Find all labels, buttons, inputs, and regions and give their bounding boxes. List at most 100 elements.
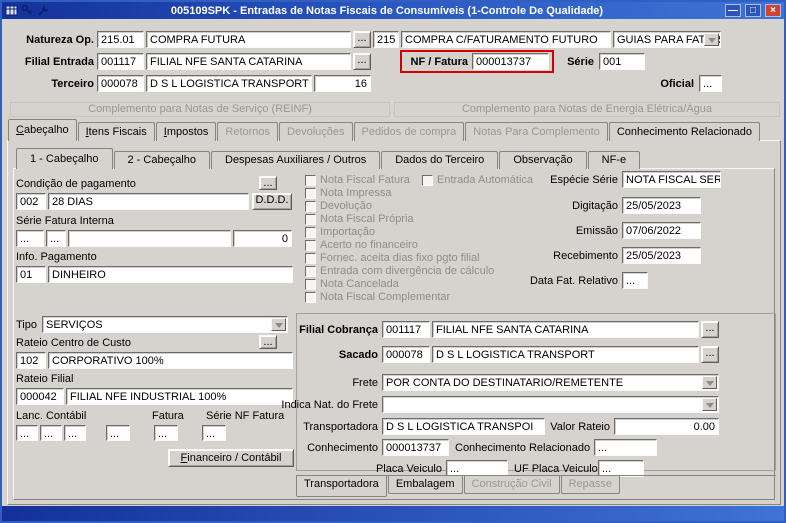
checkbox-label: Nota Fiscal Própria bbox=[320, 213, 414, 225]
tab-label: 2 - Cabeçalho bbox=[127, 154, 197, 166]
tipo-select[interactable]: SERVIÇOS bbox=[42, 316, 288, 333]
conhecimento-relacionado-field[interactable]: ... bbox=[594, 439, 657, 456]
tab-label: Itens Fiscais bbox=[85, 126, 147, 138]
emissao-field[interactable]: 07/06/2022 bbox=[622, 222, 701, 239]
tab-itens-fiscais[interactable]: Itens Fiscais bbox=[77, 122, 155, 141]
rateio-centro-custo-desc-field[interactable]: CORPORATIVO 100% bbox=[48, 352, 293, 369]
condicao-pagamento-desc-field[interactable]: 28 DIAS bbox=[48, 193, 249, 210]
recebimento-field[interactable]: 25/05/2023 bbox=[622, 247, 701, 264]
lanc-contabil-field-2[interactable]: ... bbox=[40, 425, 62, 441]
terceiro-desc-field[interactable]: D S L LOGISTICA TRANSPORT bbox=[146, 75, 312, 92]
digitacao-field[interactable]: 25/05/2023 bbox=[622, 197, 701, 214]
rateio-centro-custo-code-field[interactable]: 102 bbox=[16, 352, 46, 369]
checkbox-label: Nota Impressa bbox=[320, 187, 392, 199]
filial-entrada-code-field[interactable]: 001117 bbox=[97, 53, 144, 70]
checkbox-icon bbox=[305, 200, 316, 212]
tab-despesas-auxiliares[interactable]: Despesas Auxiliares / Outros bbox=[211, 151, 381, 169]
tab-cabecalho[interactable]: Cabeçalho bbox=[8, 119, 77, 141]
lanc-contabil-field-4[interactable]: ... bbox=[106, 425, 130, 441]
oficial-field[interactable]: ... bbox=[699, 75, 722, 92]
checkbox-entrada-automatica: Entrada Automática bbox=[422, 174, 533, 186]
checkbox-nota-fiscal-fatura: Nota Fiscal Fatura bbox=[305, 174, 410, 186]
indica-nat-frete-select[interactable] bbox=[382, 396, 719, 413]
valor-rateio-field[interactable]: 0.00 bbox=[614, 418, 719, 435]
tipo-label: Tipo bbox=[16, 319, 37, 331]
chevron-down-icon[interactable] bbox=[704, 33, 719, 46]
condicao-pagamento-label: Condição de pagamento bbox=[16, 178, 136, 190]
tab-dados-do-terceiro[interactable]: Dados do Terceiro bbox=[381, 151, 499, 169]
filial-cobranca-desc-field[interactable]: FILIAL NFE SANTA CATARINA bbox=[432, 321, 699, 338]
tab-retornos: Retornos bbox=[217, 122, 279, 141]
condicao-pagamento-lookup-button[interactable]: ... bbox=[259, 176, 277, 190]
button-label: Financeiro / Contábil bbox=[180, 452, 282, 464]
checkbox-importacao: Importação bbox=[305, 226, 375, 238]
tab-observacao[interactable]: Observação bbox=[499, 151, 587, 169]
info-pagamento-desc-field[interactable]: DINHEIRO bbox=[48, 266, 293, 283]
chevron-down-icon[interactable] bbox=[271, 318, 286, 331]
especie-serie-field[interactable]: NOTA FISCAL SER bbox=[622, 171, 721, 188]
close-button[interactable]: × bbox=[765, 4, 781, 17]
ddd-button[interactable]: D.D.D. bbox=[252, 193, 292, 210]
chevron-down-icon[interactable] bbox=[702, 398, 717, 411]
natureza-op-desc-field[interactable]: COMPRA FUTURA bbox=[146, 31, 351, 48]
serie-label: Série bbox=[567, 56, 594, 68]
natureza-op-code-field[interactable]: 215.01 bbox=[97, 31, 144, 48]
serie-nf-fatura-label: Série NF Fatura bbox=[206, 410, 285, 422]
condicao-pagamento-code-field[interactable]: 002 bbox=[16, 193, 46, 210]
lanc-contabil-field-3[interactable]: ... bbox=[64, 425, 86, 441]
title-bar: 005109SPK - Entradas de Notas Fiscais de… bbox=[2, 2, 784, 19]
minimize-button[interactable]: — bbox=[725, 4, 741, 17]
tab-label: Retornos bbox=[225, 126, 271, 138]
checkbox-icon bbox=[305, 226, 316, 238]
checkbox-label: Nota Fiscal Fatura bbox=[320, 174, 410, 186]
sacado-lookup-button[interactable]: ... bbox=[701, 346, 719, 363]
serie-fatura-field-3[interactable] bbox=[68, 230, 231, 247]
filial-cobranca-lookup-button[interactable]: ... bbox=[701, 321, 719, 338]
transportadora-field[interactable]: D S L LOGISTICA TRANSPOI bbox=[382, 418, 545, 435]
filial-entrada-lookup-button[interactable]: ... bbox=[353, 53, 371, 70]
rateio-filial-desc-field[interactable]: FILIAL NFE INDUSTRIAL 100% bbox=[66, 388, 293, 405]
sacado-desc-field[interactable]: D S L LOGISTICA TRANSPORT bbox=[432, 346, 699, 363]
terceiro-code-field[interactable]: 000078 bbox=[97, 75, 144, 92]
terceiro-number-field[interactable]: 16 bbox=[314, 75, 371, 92]
serie-fatura-field-1[interactable]: ... bbox=[16, 230, 44, 247]
serie-field[interactable]: 001 bbox=[599, 53, 645, 70]
tab-embalagem[interactable]: Embalagem bbox=[387, 476, 463, 494]
tab-devolucoes: Devoluções bbox=[279, 122, 353, 141]
tab-impostos[interactable]: Impostos bbox=[155, 122, 217, 141]
guias-faturamento-select[interactable]: GUIAS PARA FATURAI bbox=[613, 31, 721, 48]
tab-1-cabecalho[interactable]: 1 - Cabeçalho bbox=[16, 148, 113, 169]
tab-conhecimento-relacionado[interactable]: Conhecimento Relacionado bbox=[608, 122, 761, 141]
tab-2-cabecalho[interactable]: 2 - Cabeçalho bbox=[113, 151, 210, 169]
natureza-op-number-field[interactable]: 215 bbox=[373, 31, 399, 48]
serie-fatura-field-4[interactable]: 0 bbox=[233, 230, 292, 247]
rateio-filial-code-field[interactable]: 000042 bbox=[16, 388, 64, 405]
financeiro-contabil-button[interactable]: Financeiro / Contábil bbox=[168, 449, 294, 467]
filial-cobranca-code-field[interactable]: 001117 bbox=[382, 321, 430, 338]
fatura-field[interactable]: ... bbox=[154, 425, 178, 441]
serie-nf-fatura-field[interactable]: ... bbox=[202, 425, 226, 441]
tab-transportadora[interactable]: Transportadora bbox=[296, 476, 387, 497]
tab-label: Impostos bbox=[163, 126, 209, 138]
lanc-contabil-field-1[interactable]: ... bbox=[16, 425, 38, 441]
data-fat-relativo-field[interactable]: ... bbox=[622, 272, 648, 289]
tab-label: Despesas Auxiliares / Outros bbox=[225, 154, 367, 166]
info-pagamento-code-field[interactable]: 01 bbox=[16, 266, 46, 283]
tab-label: Transportadora bbox=[304, 478, 379, 490]
frete-value: POR CONTA DO DESTINATARIO/REMETENTE bbox=[386, 377, 624, 389]
natureza-op-type-field[interactable]: COMPRA C/FATURAMENTO FUTURO bbox=[401, 31, 611, 48]
sacado-code-field[interactable]: 000078 bbox=[382, 346, 430, 363]
natureza-op-lookup-button[interactable]: ... bbox=[353, 31, 371, 48]
conhecimento-field[interactable]: 000013737 bbox=[382, 439, 449, 456]
chevron-down-icon[interactable] bbox=[702, 376, 717, 389]
tab-label: Notas Para Complemento bbox=[473, 126, 600, 138]
checkbox-nota-impressa: Nota Impressa bbox=[305, 187, 392, 199]
tab-nfe[interactable]: NF-e bbox=[587, 151, 641, 169]
checkbox-label: Fornec. aceita dias fixo pgto filial bbox=[320, 252, 480, 264]
nf-fatura-field[interactable]: 000013737 bbox=[472, 53, 549, 70]
serie-fatura-field-2[interactable]: ... bbox=[46, 230, 66, 247]
rateio-centro-custo-lookup-button[interactable]: ... bbox=[259, 335, 277, 349]
maximize-button[interactable]: □ bbox=[745, 4, 761, 17]
frete-select[interactable]: POR CONTA DO DESTINATARIO/REMETENTE bbox=[382, 374, 719, 391]
filial-entrada-desc-field[interactable]: FILIAL NFE SANTA CATARINA bbox=[146, 53, 351, 70]
